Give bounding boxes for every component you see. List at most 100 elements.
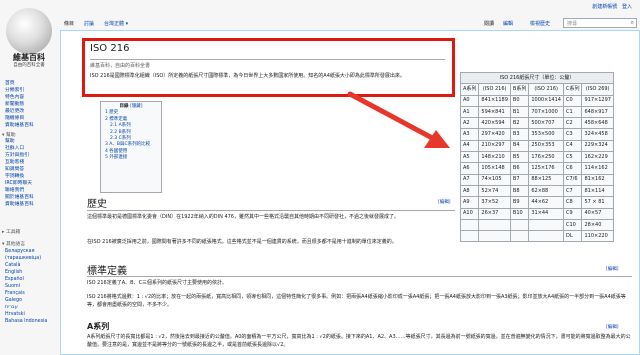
search-box[interactable]: 搜尋 ⌕ bbox=[563, 18, 637, 28]
table-row: A8 52×74 B8 62×88 C7 81×114 bbox=[459, 184, 614, 198]
table-cell: B7 bbox=[509, 173, 530, 186]
sidebar-help-heading[interactable]: ▾ 幫助 bbox=[2, 131, 16, 138]
table-cell: 105×148 bbox=[478, 162, 511, 175]
lang-item-gl[interactable]: Galego bbox=[5, 297, 57, 304]
table-cell: 125×176 bbox=[528, 162, 564, 175]
tab-history[interactable]: 檢視歷史 bbox=[530, 20, 550, 27]
table-cell: B6 bbox=[509, 162, 530, 175]
table-cell bbox=[478, 230, 511, 243]
table-row: A7 74×105 B7 88×125 C7/6 81×162 bbox=[459, 173, 614, 186]
table-row: A3 297×420 B3 353×500 C3 324×458 bbox=[459, 128, 614, 141]
table-cell bbox=[528, 230, 564, 243]
section-heading-a-series: A系列 bbox=[87, 322, 110, 331]
a-series-paragraph: A系列紙張尺寸的長寬比都是1 : √2，然後捨去到最接近的公釐值。A0的面積為一… bbox=[87, 334, 631, 348]
table-row: A0 841×1189 B0 1000×1414 C0 917×1297 bbox=[459, 94, 614, 107]
sidebar-item-contact[interactable]: 聯絡我們 bbox=[5, 187, 57, 194]
table-row: A9 37×52 B9 44×62 C8 57 × 81 bbox=[459, 196, 614, 209]
sidebar-languages-heading-label: 其他語言 bbox=[5, 242, 26, 247]
sidebar-item-portal[interactable]: 社群入口 bbox=[5, 145, 57, 152]
create-account-link[interactable]: 創建新帳號 bbox=[592, 4, 617, 10]
table-cell: C10 bbox=[562, 218, 583, 232]
sidebar-item-categories[interactable]: 分類索引 bbox=[5, 87, 57, 94]
section-divider bbox=[87, 276, 632, 277]
tab-read[interactable]: 閱讀 bbox=[484, 20, 494, 27]
sidebar-item-featured[interactable]: 特色內容 bbox=[5, 94, 57, 101]
lang-item-hr[interactable]: Hrvatski bbox=[5, 311, 57, 318]
wikipedia-globe-logo[interactable] bbox=[6, 8, 52, 54]
table-cell: 40×57 bbox=[581, 207, 614, 220]
table-cell bbox=[478, 218, 511, 232]
sidebar-languages-heading[interactable]: ▾ 其他語言 bbox=[2, 240, 25, 247]
sidebar-item-home[interactable]: 首頁 bbox=[5, 80, 57, 87]
lang-item-fr[interactable]: Français bbox=[5, 290, 57, 297]
sidebar-item-donate[interactable]: 資助維基百科 bbox=[5, 122, 57, 129]
toc-hide-link[interactable]: [隱藏] bbox=[130, 104, 143, 109]
sidebar-item-qa[interactable]: 知識問答 bbox=[5, 166, 57, 173]
table-cell: 52×74 bbox=[478, 184, 511, 198]
sidebar-item-donate-2[interactable]: 資助維基百科 bbox=[5, 201, 57, 208]
sidebar-help-nav: 幫助 社群入口 方針與指引 互助客棧 知識問答 字詞轉換 IRC即時聊天 聯絡我… bbox=[5, 138, 57, 208]
table-cell: 26×37 bbox=[478, 207, 511, 220]
table-cell: C4 bbox=[562, 139, 583, 153]
table-row: A2 420×594 B2 500×707 C2 458×648 bbox=[459, 117, 614, 130]
lang-item-be-tarask-2[interactable]: (тарашкевіца) bbox=[5, 255, 57, 262]
table-cell: C7 bbox=[562, 184, 583, 198]
search-icon[interactable]: ⌕ bbox=[631, 19, 634, 27]
lang-item-es[interactable]: Español bbox=[5, 276, 57, 283]
sidebar-tools-heading[interactable]: ▸ 工具箱 bbox=[2, 228, 20, 235]
sidebar-item-about[interactable]: 關於維基百科 bbox=[5, 194, 57, 201]
table-cell: A10 bbox=[459, 207, 480, 220]
paper-size-table: ISO 216紙張尺寸（單位：公釐） A系列 (ISO 216) B系列 (IS… bbox=[459, 71, 614, 243]
table-header-cell: (ISO 216) bbox=[478, 83, 511, 96]
table-cell: 176×250 bbox=[528, 151, 564, 164]
table-cell: 210×297 bbox=[478, 139, 511, 153]
lang-item-id[interactable]: Bahasa Indonesia bbox=[5, 318, 57, 325]
table-header-cell: B系列 bbox=[509, 83, 530, 96]
lang-item-he[interactable]: עברית bbox=[5, 304, 57, 311]
section-heading-history: 歷史 bbox=[87, 199, 107, 210]
table-cell: A7 bbox=[459, 173, 480, 186]
tab-discussion[interactable]: 討論 bbox=[84, 20, 94, 27]
tab-edit[interactable]: 編輯 bbox=[503, 20, 513, 27]
variant-label: 台灣正體 bbox=[104, 21, 125, 27]
tab-article[interactable]: 條目 bbox=[64, 20, 74, 27]
sidebar-item-conversion[interactable]: 字詞轉換 bbox=[5, 173, 57, 180]
history-paragraph-1: 這個標準最初是德國標準化委會（DIN）在1922年納入的DIN 476，雖然其中… bbox=[87, 214, 399, 220]
table-cell: 88×125 bbox=[528, 173, 564, 186]
lang-item-en[interactable]: English bbox=[5, 269, 57, 276]
sidebar-item-news[interactable]: 新聞動態 bbox=[5, 101, 57, 108]
toc-item[interactable]: 5 外部連接 bbox=[105, 155, 161, 161]
table-header-cell: (ISO 216) bbox=[528, 83, 564, 96]
table-header-cell: (ISO 269) bbox=[581, 83, 614, 96]
definition-paragraph-2: ISO 216將格式邊數：1 : √2的比率；放在一起的兩張紙，寬高比相同，領導… bbox=[87, 294, 626, 308]
sidebar-tools-heading-label: 工具箱 bbox=[5, 230, 21, 235]
table-cell: C7/6 bbox=[562, 173, 583, 186]
sidebar-item-village-pump[interactable]: 互助客棧 bbox=[5, 159, 57, 166]
sidebar-item-random[interactable]: 隨機條目 bbox=[5, 115, 57, 122]
table-cell: C3 bbox=[562, 128, 583, 141]
lang-item-fi[interactable]: Suomi bbox=[5, 283, 57, 290]
edit-history-link[interactable]: [編輯] bbox=[438, 199, 451, 205]
sidebar-item-irc[interactable]: IRC即時聊天 bbox=[5, 180, 57, 187]
table-row: A5 148×210 B5 176×250 C5 162×229 bbox=[459, 151, 614, 164]
login-link[interactable]: 登入 bbox=[622, 4, 632, 10]
table-cell: 44×62 bbox=[528, 196, 564, 209]
sidebar-item-recent-changes[interactable]: 最近更改 bbox=[5, 108, 57, 115]
table-cell: 62×88 bbox=[528, 184, 564, 198]
edit-a-series-link[interactable]: [編輯] bbox=[606, 324, 619, 330]
table-cell: B8 bbox=[509, 184, 530, 198]
table-cell: 162×229 bbox=[581, 151, 614, 164]
table-row: DL 110×220 bbox=[459, 230, 614, 243]
search-input[interactable]: 搜尋 bbox=[567, 20, 577, 27]
sidebar-item-help[interactable]: 幫助 bbox=[5, 138, 57, 145]
table-cell: B9 bbox=[509, 196, 530, 209]
variant-dropdown[interactable]: 台灣正體 ▾ bbox=[104, 20, 128, 27]
table-cell: C0 bbox=[562, 94, 583, 107]
edit-definition-link[interactable]: [編輯] bbox=[606, 266, 619, 272]
lang-item-be-tarask[interactable]: Беларуская bbox=[5, 248, 57, 255]
lang-item-ca[interactable]: Català bbox=[5, 262, 57, 269]
lead-paragraph: ISO 216是國際標準化組織（ISO）所定義的紙張尺寸國際標準，為今日世界上大… bbox=[90, 73, 405, 79]
sidebar-item-policy[interactable]: 方針與指引 bbox=[5, 152, 57, 159]
table-caption: ISO 216紙張尺寸（單位：公釐） bbox=[460, 71, 614, 85]
section-divider bbox=[87, 210, 455, 211]
